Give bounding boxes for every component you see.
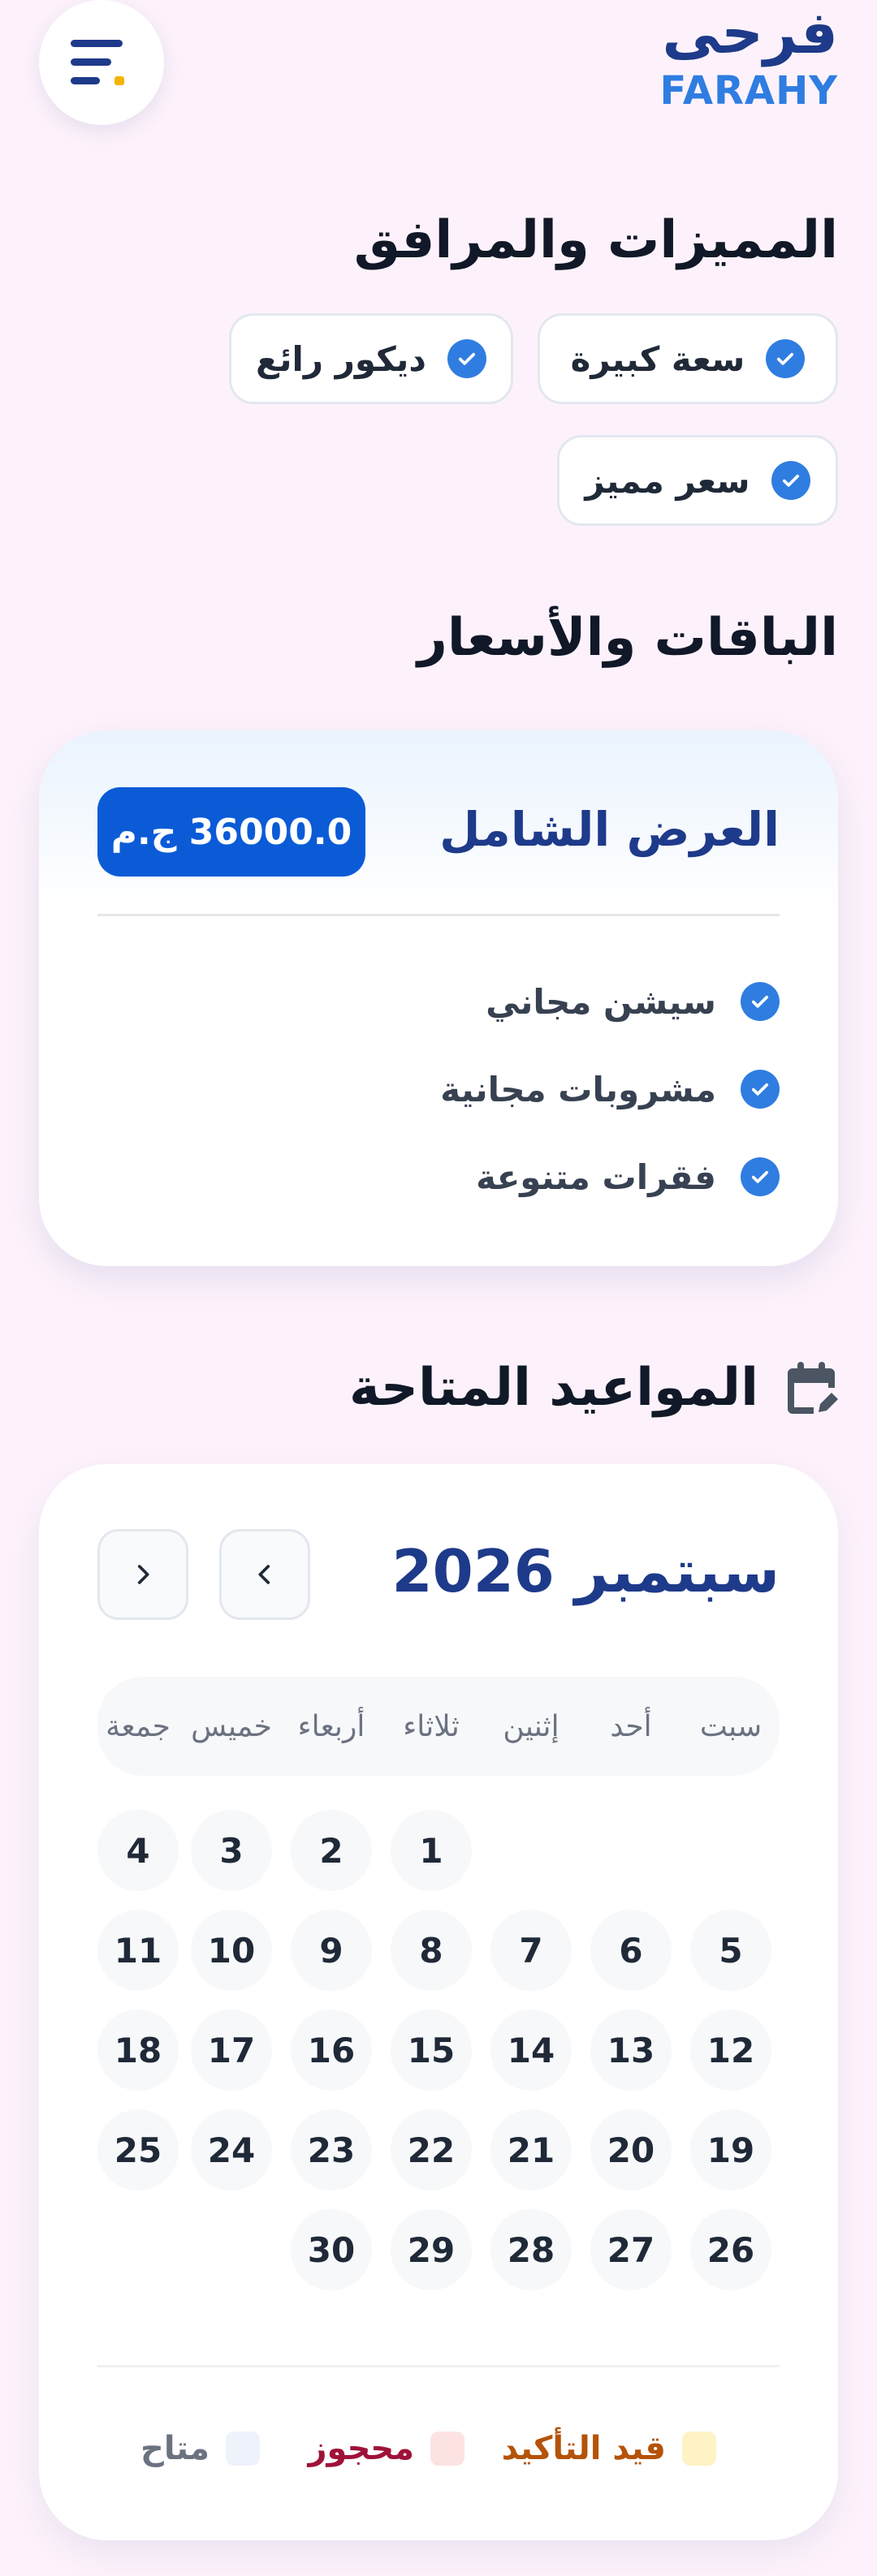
calendar-day[interactable]: 3 xyxy=(191,1810,272,1891)
legend-label: قيد التأكيد xyxy=(501,2430,666,2467)
calendar-prev-button[interactable] xyxy=(97,1529,188,1620)
calendar-day[interactable]: 23 xyxy=(291,2109,372,2190)
calendar-day[interactable]: 25 xyxy=(97,2109,179,2190)
calendar-day[interactable]: 24 xyxy=(191,2109,272,2190)
calendar-day[interactable]: 15 xyxy=(391,2010,472,2091)
check-circle-icon xyxy=(741,982,780,1021)
calendar-day[interactable]: 12 xyxy=(690,2010,771,2091)
check-circle-icon xyxy=(741,1157,780,1196)
package-price-badge: 36000.0 ج.م xyxy=(97,787,365,877)
check-circle-icon xyxy=(741,1070,780,1109)
calendar-day[interactable]: 17 xyxy=(191,2010,272,2091)
calendar-day[interactable]: 1 xyxy=(391,1810,472,1891)
weekday-label: ثلاثاء xyxy=(403,1709,460,1743)
feature-chip-decor: ديكور رائع xyxy=(229,313,513,404)
weekday-label: إثنين xyxy=(503,1709,559,1743)
calendar-day[interactable]: 6 xyxy=(590,1910,672,1991)
calendar-edit-icon xyxy=(788,1362,838,1414)
calendar-day[interactable]: 18 xyxy=(97,2010,179,2091)
dates-title: المواعيد المتاحة xyxy=(349,1347,838,1428)
calendar-next-button[interactable] xyxy=(219,1529,310,1620)
package-feature-label: فقرات متنوعة xyxy=(476,1157,716,1197)
brand-name-english: FARAHY xyxy=(659,68,838,114)
dates-title-label: المواعيد المتاحة xyxy=(349,1358,758,1418)
legend-item: قيد التأكيد xyxy=(502,2420,716,2477)
package-name: العرض الشامل xyxy=(439,802,780,857)
calendar-day[interactable]: 11 xyxy=(97,1910,179,1991)
chevron-right-icon xyxy=(137,1565,149,1584)
legend-label: محجوز xyxy=(308,2430,414,2467)
calendar-day[interactable]: 8 xyxy=(391,1910,472,1991)
feature-chip-capacity: سعة كبيرة xyxy=(538,313,838,404)
calendar-card: سبتمبر 2026 سبت أحد إثنين ثلاثاء أربعاء خميس ج… xyxy=(39,1464,838,2540)
feature-chip-label: سعر مميز xyxy=(585,460,750,501)
calendar-day[interactable]: 30 xyxy=(291,2209,372,2290)
weekday-label: سبت xyxy=(699,1709,763,1743)
chevron-left-icon xyxy=(258,1565,270,1584)
calendar-day[interactable]: 9 xyxy=(291,1910,372,1991)
calendar-day[interactable]: 26 xyxy=(690,2209,771,2290)
weekday-label: أربعاء xyxy=(297,1709,365,1743)
legend-label: متاح xyxy=(140,2430,210,2467)
calendar-day[interactable]: 13 xyxy=(590,2010,672,2091)
package-card[interactable]: العرض الشامل 36000.0 ج.م سيشن مجاني مشرو… xyxy=(39,730,838,1266)
app-header: فرحى FARAHY xyxy=(0,0,877,130)
calendar-day[interactable]: 4 xyxy=(97,1810,179,1891)
legend-swatch xyxy=(226,2432,260,2466)
calendar-day[interactable]: 10 xyxy=(191,1910,272,1991)
calendar-day[interactable]: 2 xyxy=(291,1810,372,1891)
package-feature-label: مشروبات مجانية xyxy=(440,1069,716,1109)
calendar-day[interactable]: 19 xyxy=(690,2109,771,2190)
package-feature-label: سيشن مجاني xyxy=(486,981,716,1022)
package-feature: فقرات متنوعة xyxy=(440,1133,780,1221)
weekday-label: جمعة xyxy=(106,1709,171,1743)
features-title: المميزات والمرافق xyxy=(353,210,838,270)
package-feature: سيشن مجاني xyxy=(440,958,780,1045)
calendar-day[interactable]: 29 xyxy=(391,2209,472,2290)
menu-icon xyxy=(71,40,124,85)
calendar-divider xyxy=(97,2365,780,2367)
package-feature: مشروبات مجانية xyxy=(440,1045,780,1133)
package-divider xyxy=(97,914,780,916)
package-feature-list: سيشن مجاني مشروبات مجانية فقرات متنوعة xyxy=(440,958,780,1221)
legend-swatch xyxy=(430,2432,464,2466)
check-circle-icon xyxy=(447,339,486,378)
brand-name-arabic: فرحى xyxy=(662,0,838,67)
legend-item: محجوز xyxy=(308,2420,464,2477)
feature-chip-label: ديكور رائع xyxy=(256,338,426,379)
menu-button[interactable] xyxy=(39,0,164,125)
calendar-day[interactable]: 16 xyxy=(291,2010,372,2091)
calendar-day[interactable]: 5 xyxy=(690,1910,771,1991)
calendar-day[interactable]: 14 xyxy=(490,2010,572,2091)
check-circle-icon xyxy=(766,339,806,378)
legend-item: متاح xyxy=(140,2420,260,2477)
calendar-day[interactable]: 27 xyxy=(590,2209,672,2290)
brand-logo: فرحى FARAHY xyxy=(660,0,838,114)
feature-chip-price: سعر مميز xyxy=(557,435,838,526)
weekday-label: أحد xyxy=(610,1709,652,1743)
calendar-day[interactable]: 22 xyxy=(391,2109,472,2190)
check-circle-icon xyxy=(771,461,810,500)
calendar-day[interactable]: 20 xyxy=(590,2109,672,2190)
calendar-legend: قيد التأكيد محجوز متاح xyxy=(39,2420,838,2477)
calendar-day[interactable]: 28 xyxy=(490,2209,572,2290)
calendar-month-label: سبتمبر 2026 xyxy=(391,1537,780,1605)
calendar-day[interactable]: 21 xyxy=(490,2109,572,2190)
weekday-label: خميس xyxy=(191,1709,272,1743)
weekday-header: سبت أحد إثنين ثلاثاء أربعاء خميس جمعة xyxy=(97,1677,780,1776)
packages-title: الباقات والأسعار xyxy=(417,608,838,668)
legend-swatch xyxy=(682,2432,716,2466)
feature-chip-label: سعة كبيرة xyxy=(570,338,745,379)
calendar-day[interactable]: 7 xyxy=(490,1910,572,1991)
